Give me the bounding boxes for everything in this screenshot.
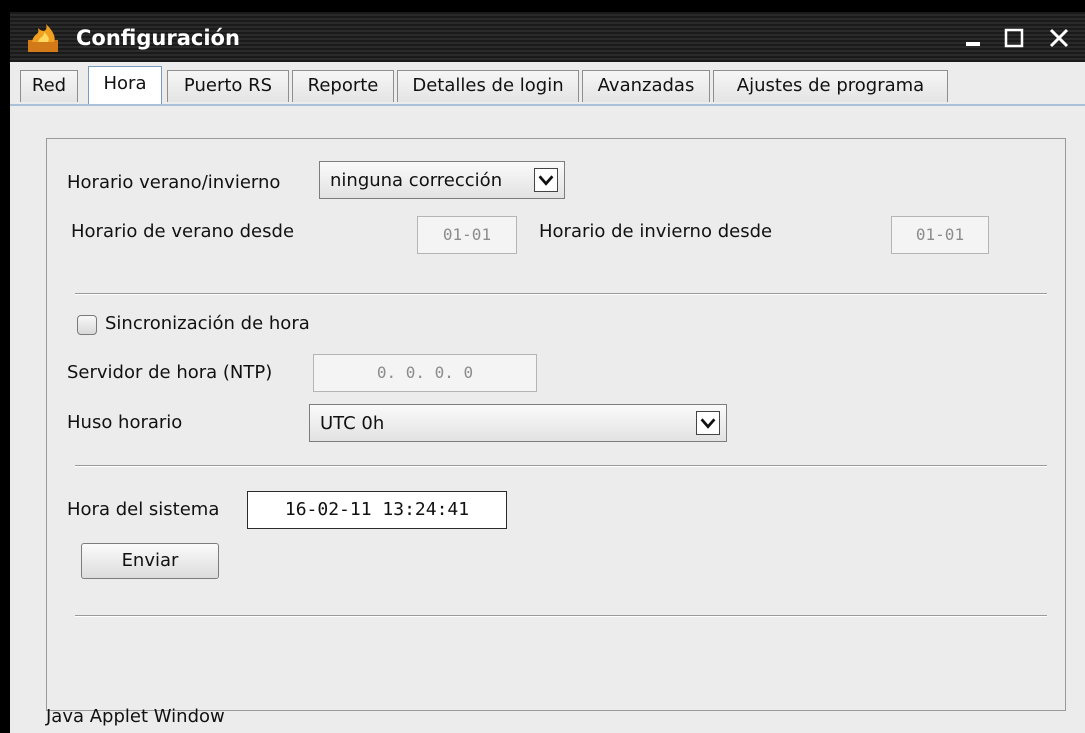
section-divider-1	[75, 293, 1047, 295]
chevron-down-icon[interactable]	[534, 168, 558, 192]
tab-bar: Red Hora Puerto RS Reporte Detalles de l…	[10, 62, 1085, 106]
winter-from-label: Horario de invierno desde	[539, 221, 773, 242]
dst-select[interactable]: ninguna corrección	[319, 161, 565, 199]
status-text: Java Applet Window	[46, 706, 225, 727]
tab-hora[interactable]: Hora	[88, 66, 162, 104]
timezone-select-value: UTC 0h	[320, 413, 385, 434]
tab-red[interactable]: Red	[20, 70, 78, 102]
hora-panel: Horario verano/invierno ninguna correcci…	[46, 138, 1066, 711]
section-divider-2	[75, 465, 1047, 467]
ntp-server-field[interactable]: 0. 0. 0. 0	[313, 354, 537, 392]
summer-from-field[interactable]: 01-01	[417, 216, 517, 254]
minimize-icon[interactable]	[960, 24, 988, 52]
title-bar[interactable]: Configuración	[10, 12, 1085, 62]
tab-detalles-login[interactable]: Detalles de login	[397, 70, 579, 102]
winter-from-field[interactable]: 01-01	[891, 216, 989, 254]
timezone-label: Huso horario	[67, 412, 183, 433]
summer-from-label: Horario de verano desde	[71, 221, 295, 242]
sync-checkbox[interactable]	[77, 315, 97, 335]
sync-checkbox-label: Sincronización de hora	[105, 313, 310, 334]
maximize-icon[interactable]	[1000, 24, 1028, 52]
dst-label: Horario verano/invierno	[67, 172, 281, 193]
chevron-down-icon[interactable]	[696, 411, 720, 435]
config-window: Configuración Red Hora Puerto RS Reporte…	[0, 0, 1085, 733]
tab-reporte[interactable]: Reporte	[292, 70, 394, 102]
close-icon[interactable]	[1045, 24, 1073, 52]
tab-puerto-rs[interactable]: Puerto RS	[167, 70, 289, 102]
system-time-field[interactable]: 16-02-11 13:24:41	[247, 491, 507, 529]
tab-avanzadas[interactable]: Avanzadas	[582, 70, 710, 102]
window-title: Configuración	[76, 26, 240, 50]
window-content: Red Hora Puerto RS Reporte Detalles de l…	[10, 62, 1085, 733]
system-time-label: Hora del sistema	[67, 499, 220, 520]
dst-select-value: ninguna corrección	[330, 170, 503, 191]
java-flame-icon	[28, 24, 58, 52]
send-button[interactable]: Enviar	[81, 543, 219, 579]
timezone-select[interactable]: UTC 0h	[309, 404, 727, 442]
section-divider-3	[75, 615, 1047, 617]
tab-ajustes-programa[interactable]: Ajustes de programa	[713, 70, 948, 102]
ntp-label: Servidor de hora (NTP)	[67, 362, 273, 383]
